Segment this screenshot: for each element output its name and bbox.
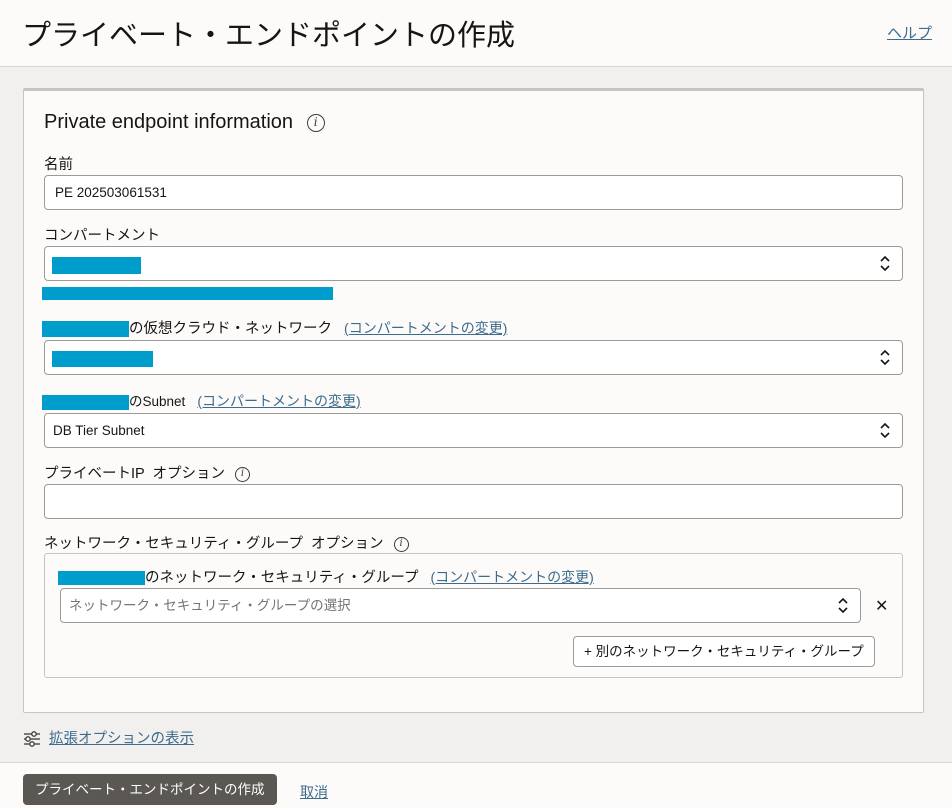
subnet-label: のSubnet (コンパートメントの変更) xyxy=(42,390,361,411)
select-chevron-icon xyxy=(838,597,848,614)
nsg-label: ネットワーク・セキュリティ・グループ オプション i xyxy=(44,532,409,553)
advanced-options-row: 拡張オプションの表示 xyxy=(23,727,194,748)
cancel-link[interactable]: 取消 xyxy=(300,782,328,802)
info-icon[interactable]: i xyxy=(306,113,325,132)
nsg-group-label: のネットワーク・セキュリティ・グループ (コンパートメントの変更) xyxy=(58,566,594,587)
private-endpoint-info-panel: Private endpoint information i 名前 PE 202… xyxy=(23,88,924,713)
help-link[interactable]: ヘルプ xyxy=(887,22,932,43)
subnet-change-compartment-link[interactable]: (コンパートメントの変更) xyxy=(197,393,360,409)
section-title-text: Private endpoint information xyxy=(44,111,294,133)
redacted-compartment-path xyxy=(42,287,333,300)
info-icon[interactable]: i xyxy=(235,466,251,482)
redacted-compartment-value xyxy=(52,257,141,274)
info-icon[interactable]: i xyxy=(393,536,409,552)
nsg-select-placeholder: ネットワーク・セキュリティ・グループの選択 xyxy=(69,598,351,613)
redacted-subnet-compartment xyxy=(42,394,129,410)
section-title: Private endpoint information i xyxy=(44,111,325,134)
subnet-select[interactable]: DB Tier Subnet xyxy=(44,413,903,448)
subnet-label-text: のSubnet xyxy=(129,394,186,409)
private-ip-input[interactable] xyxy=(44,484,903,519)
select-chevron-icon xyxy=(880,255,890,272)
vcn-label-text: の仮想クラウド・ネットワーク xyxy=(129,321,332,337)
private-ip-label-text: プライベートIP オプション xyxy=(44,466,225,482)
redacted-nsg-compartment xyxy=(58,571,145,586)
private-ip-label: プライベートIP オプション i xyxy=(44,462,251,483)
vcn-select[interactable] xyxy=(44,340,903,375)
remove-nsg-icon[interactable]: ✕ xyxy=(875,596,888,616)
page-header: プライベート・エンドポイントの作成 ヘルプ xyxy=(0,0,952,67)
vcn-label: の仮想クラウド・ネットワーク (コンパートメントの変更) xyxy=(42,317,507,338)
nsg-group-label-text: のネットワーク・セキュリティ・グループ xyxy=(145,570,419,586)
create-private-endpoint-button[interactable]: プライベート・エンドポイントの作成 xyxy=(23,774,277,805)
name-label: 名前 xyxy=(44,157,73,173)
nsg-change-compartment-link[interactable]: (コンパートメントの変更) xyxy=(431,569,594,585)
nsg-group-box: のネットワーク・セキュリティ・グループ (コンパートメントの変更) ネットワーク… xyxy=(44,553,903,678)
nsg-select[interactable]: ネットワーク・セキュリティ・グループの選択 xyxy=(60,588,861,623)
page-footer: プライベート・エンドポイントの作成 取消 xyxy=(0,762,952,808)
select-chevron-icon xyxy=(880,349,890,366)
add-nsg-button[interactable]: + 別のネットワーク・セキュリティ・グループ xyxy=(573,636,875,667)
name-input[interactable]: PE 202503061531 xyxy=(44,175,903,210)
nsg-label-text: ネットワーク・セキュリティ・グループ オプション xyxy=(44,536,384,552)
compartment-label: コンパートメント xyxy=(44,228,160,244)
page-title: プライベート・エンドポイントの作成 xyxy=(22,18,516,52)
subnet-select-value: DB Tier Subnet xyxy=(53,423,145,438)
name-input-value: PE 202503061531 xyxy=(55,185,167,200)
compartment-select[interactable] xyxy=(44,246,903,281)
show-advanced-options-link[interactable]: 拡張オプションの表示 xyxy=(49,731,194,747)
sliders-icon xyxy=(24,731,40,748)
redacted-vcn-compartment xyxy=(42,321,129,338)
vcn-change-compartment-link[interactable]: (コンパートメントの変更) xyxy=(344,320,507,336)
select-chevron-icon xyxy=(880,422,890,439)
redacted-vcn-value xyxy=(52,351,153,367)
